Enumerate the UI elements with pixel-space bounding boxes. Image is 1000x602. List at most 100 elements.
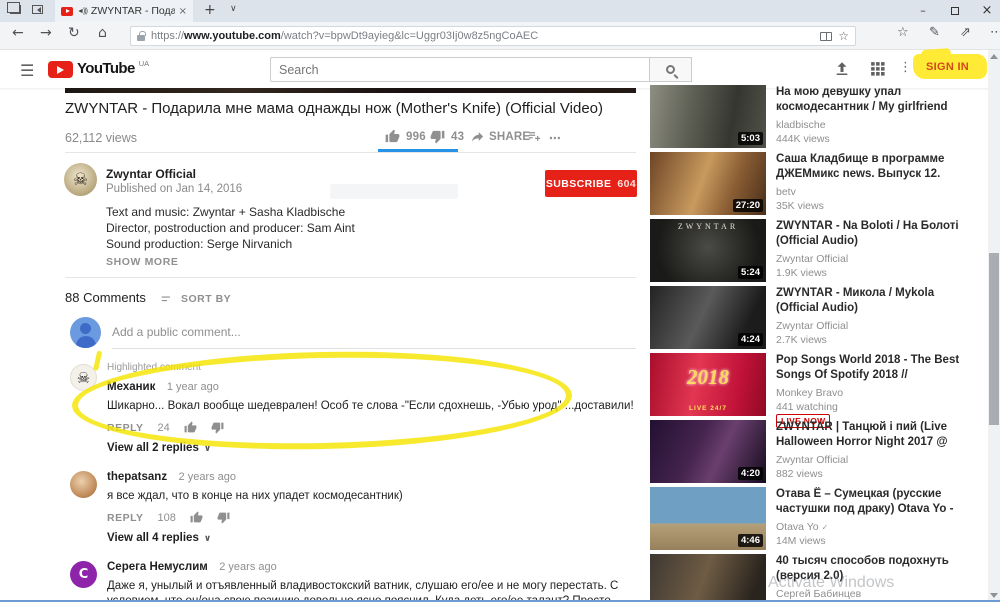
subscribe-button[interactable]: SUBSCRIBE 604 [545, 170, 637, 197]
like-icon[interactable] [385, 129, 400, 144]
scroll-up-arrow-icon[interactable] [990, 54, 998, 59]
related-video[interactable]: ZWYNTAR 5:24 ZWYNTAR - Na Boloti / На Бо… [650, 219, 978, 286]
related-channel-name[interactable]: betv [776, 186, 978, 198]
search-box[interactable] [270, 57, 650, 82]
favorite-star-icon[interactable]: ☆ [838, 29, 849, 43]
search-input[interactable] [271, 58, 649, 81]
apps-grid-icon[interactable] [869, 60, 886, 77]
related-channel-name[interactable]: Otava Yo ✓ [776, 521, 978, 533]
related-videos-list: 5:03 На мою девушку упал космодесантник … [650, 85, 978, 602]
comment-like-icon[interactable] [184, 421, 197, 434]
tab-preview-icon[interactable] [7, 2, 21, 14]
video-thumbnail[interactable]: 4:24 [650, 286, 766, 349]
related-video-title[interactable]: Pop Songs World 2018 - The Best Songs Of… [776, 353, 978, 382]
video-player-bottom-edge[interactable] [65, 88, 636, 93]
browser-menu-icon[interactable]: ⋯ [990, 25, 1000, 40]
related-video-title[interactable]: ZWYNTAR - Микола / Mykola (Official Audi… [776, 286, 978, 315]
share-page-icon[interactable]: ⇗ [960, 25, 971, 40]
reading-view-icon[interactable] [820, 31, 833, 41]
comment-time[interactable]: 2 years ago [179, 471, 236, 483]
related-video[interactable]: 4:46 Отава Ё – Сумецкая (русские частушк… [650, 487, 978, 554]
video-thumbnail[interactable]: 4:46 [650, 487, 766, 550]
related-channel-name[interactable]: Zwyntar Official [776, 454, 978, 466]
share-button[interactable]: SHARE [489, 131, 530, 143]
window-close-button[interactable]: × [972, 0, 1000, 22]
sort-by-button[interactable]: SORT BY [181, 293, 231, 305]
my-avatar [70, 317, 101, 348]
refresh-button[interactable]: ↻ [68, 25, 80, 41]
related-channel-name[interactable]: Zwyntar Official [776, 253, 978, 265]
comment-author[interactable]: thepatsanz [107, 471, 167, 483]
share-icon[interactable] [470, 129, 485, 144]
window-minimize-button[interactable]: – [908, 0, 938, 22]
annotate-pen-icon[interactable]: ✎ [929, 25, 940, 40]
related-channel-name[interactable]: Monkey Bravo [776, 387, 978, 399]
channel-avatar[interactable]: ☠ [64, 163, 97, 196]
tab-list-chevron-icon[interactable]: ∨ [230, 4, 237, 14]
related-video[interactable]: 27:20 Саша Кладбище в программе ДЖЕМмикс… [650, 152, 978, 219]
video-thumbnail[interactable]: 27:20 [650, 152, 766, 215]
related-video-title[interactable]: Отава Ё – Сумецкая (русские частушки под… [776, 487, 978, 516]
url-text[interactable]: https://www.youtube.com/watch?v=bpwDt9ay… [151, 30, 814, 42]
comment-author[interactable]: Серега Немуслим [107, 561, 208, 573]
comment-time[interactable]: 1 year ago [167, 381, 219, 393]
page-scrollbar[interactable] [988, 50, 1000, 602]
video-thumbnail[interactable]: 2018 LIVE 24/7 [650, 353, 766, 416]
youtube-menu-dots-icon[interactable]: ⋮ [899, 60, 912, 75]
upload-icon[interactable] [833, 60, 851, 78]
scroll-down-arrow-icon[interactable] [990, 593, 998, 598]
tab-close-button[interactable]: × [179, 6, 187, 17]
related-video[interactable]: 2018 LIVE 24/7 Pop Songs World 2018 - Th… [650, 353, 978, 428]
youtube-logo[interactable]: YouTube UA [48, 59, 149, 78]
related-video[interactable]: 4:24 ZWYNTAR - Микола / Mykola (Official… [650, 286, 978, 353]
browser-tab[interactable]: ◄))) ZWYNTAR - Подар × [55, 0, 193, 22]
related-video-title[interactable]: ZWYNTAR | Танцюй і пий (Live Halloween H… [776, 420, 978, 449]
related-video[interactable]: 4:20 ZWYNTAR | Танцюй і пий (Live Hallow… [650, 420, 978, 487]
commenter-avatar[interactable]: ☠ [70, 364, 97, 391]
video-thumbnail[interactable] [650, 554, 766, 602]
comment-time[interactable]: 2 years ago [219, 561, 276, 573]
related-video-title[interactable]: ZWYNTAR - Na Boloti / На Болоті (Officia… [776, 219, 978, 248]
related-channel-name[interactable]: Zwyntar Official [776, 320, 978, 332]
comment-author[interactable]: Механик [107, 381, 155, 393]
related-video[interactable]: 5:03 На мою девушку упал космодесантник … [650, 85, 978, 152]
video-thumbnail[interactable]: ZWYNTAR 5:24 [650, 219, 766, 282]
dislike-icon[interactable] [430, 129, 445, 144]
set-tabs-aside-icon[interactable] [32, 5, 43, 14]
hub-favorites-icon[interactable]: ☆ [897, 25, 909, 40]
dislike-count: 43 [451, 131, 465, 143]
comment-dislike-icon[interactable] [217, 511, 230, 524]
comment-dislike-icon[interactable] [211, 421, 224, 434]
channel-name[interactable]: Zwyntar Official [106, 167, 196, 181]
menu-hamburger-icon[interactable]: ☰ [20, 61, 34, 80]
related-channel-name[interactable]: kladbische [776, 119, 978, 131]
forward-button[interactable]: → [40, 25, 52, 41]
divider [65, 152, 636, 153]
address-bar[interactable]: https://www.youtube.com/watch?v=bpwDt9ay… [130, 26, 856, 46]
new-tab-button[interactable]: + [204, 2, 216, 18]
related-video-title[interactable]: Саша Кладбище в программе ДЖЕМмикс news.… [776, 152, 978, 181]
commenter-avatar[interactable] [70, 471, 97, 498]
add-comment-field[interactable]: Add a public comment... [112, 325, 241, 339]
commenter-avatar[interactable]: C [70, 561, 97, 588]
view-replies-button[interactable]: View all 4 replies [107, 532, 199, 544]
more-actions-icon[interactable]: ⋯ [549, 131, 561, 145]
related-video-title[interactable]: На мою девушку упал космодесантник / My … [776, 85, 978, 114]
view-replies-button[interactable]: View all 2 replies [107, 442, 199, 454]
scrollbar-thumb[interactable] [989, 253, 999, 425]
window-maximize-button[interactable] [940, 0, 970, 22]
show-more-button[interactable]: SHOW MORE [106, 256, 178, 268]
video-thumbnail[interactable]: 4:20 [650, 420, 766, 483]
sign-in-button[interactable]: SIGN IN [926, 61, 969, 73]
reply-button[interactable]: REPLY [107, 422, 144, 434]
back-button[interactable]: ← [12, 25, 24, 41]
search-button[interactable] [650, 57, 692, 82]
comment-like-icon[interactable] [190, 511, 203, 524]
video-thumbnail[interactable]: 5:03 [650, 85, 766, 148]
reply-button[interactable]: REPLY [107, 512, 144, 524]
channel-text: Zwyntar Official [776, 253, 849, 265]
sort-icon[interactable] [160, 293, 174, 307]
add-to-playlist-icon[interactable] [527, 129, 542, 144]
thumbnail-text: 2018 [687, 365, 729, 389]
home-button[interactable]: ⌂ [98, 25, 107, 41]
